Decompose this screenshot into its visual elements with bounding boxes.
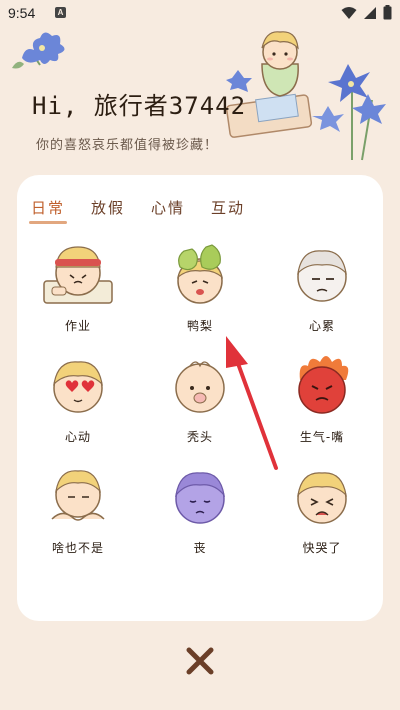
status-time: 9:54 — [8, 5, 36, 21]
battery-icon — [383, 5, 392, 20]
sticker-item-cry[interactable]: 快哭了 — [261, 459, 383, 556]
category-tabs: 日常 放假 心情 互动 — [28, 197, 245, 224]
pear-stress-sticker-icon — [176, 244, 224, 304]
about-to-cry-sticker-icon — [297, 472, 347, 524]
nothing-sticker-icon — [51, 470, 105, 521]
sticker-label: 快哭了 — [302, 541, 342, 555]
sticker-label: 心累 — [308, 319, 335, 333]
tired-heart-sticker-icon — [297, 250, 347, 302]
sticker-label: 鸭梨 — [186, 319, 213, 333]
sticker-panel: 日常 放假 心情 互动 作业 鸭梨 心累 心动 秃头 生气-嘴 啥也不是 丧 快… — [17, 175, 383, 621]
sticker-label: 丧 — [193, 541, 207, 555]
greeting-subtitle: 你的喜怒哀乐都值得被珍藏！ — [36, 138, 219, 153]
sticker-item-tired[interactable]: 心累 — [261, 237, 383, 334]
tab-daily[interactable]: 日常 — [28, 197, 68, 224]
bald-sticker-icon — [175, 361, 225, 413]
angry-sticker-icon — [298, 356, 349, 414]
sticker-label: 心动 — [64, 430, 91, 444]
close-icon — [186, 647, 214, 675]
sticker-label: 生气-嘴 — [299, 430, 345, 444]
gloomy-sticker-icon — [175, 472, 225, 524]
wifi-icon — [341, 6, 357, 19]
sticker-item-gloomy[interactable]: 丧 — [139, 459, 261, 556]
sticker-item-pear[interactable]: 鸭梨 — [139, 237, 261, 334]
sticker-item-nothing[interactable]: 啥也不是 — [17, 459, 139, 556]
close-button[interactable] — [184, 645, 216, 677]
tab-interaction[interactable]: 互动 — [211, 197, 245, 218]
greeting-title: Hi, 旅行者37442 — [32, 92, 247, 120]
sticker-item-homework[interactable]: 作业 — [17, 237, 139, 334]
sticker-label: 作业 — [64, 319, 91, 333]
blue-flower-icon — [12, 32, 65, 69]
signal-icon — [364, 6, 376, 19]
tab-mood[interactable]: 心情 — [151, 197, 185, 218]
status-icons — [341, 5, 392, 20]
sticker-item-heart[interactable]: 心动 — [17, 348, 139, 445]
tab-holiday[interactable]: 放假 — [91, 197, 125, 218]
sticker-label: 秃头 — [186, 430, 213, 444]
sticker-item-angry[interactable]: 生气-嘴 — [261, 348, 383, 445]
homework-sticker-icon — [43, 246, 113, 304]
sticker-grid: 作业 鸭梨 心累 心动 秃头 生气-嘴 啥也不是 丧 快哭了 — [17, 237, 383, 556]
sticker-item-bald[interactable]: 秃头 — [139, 348, 261, 445]
notification-icon: A — [55, 7, 66, 18]
heart-eyes-sticker-icon — [53, 361, 103, 413]
sticker-label: 啥也不是 — [51, 541, 104, 555]
